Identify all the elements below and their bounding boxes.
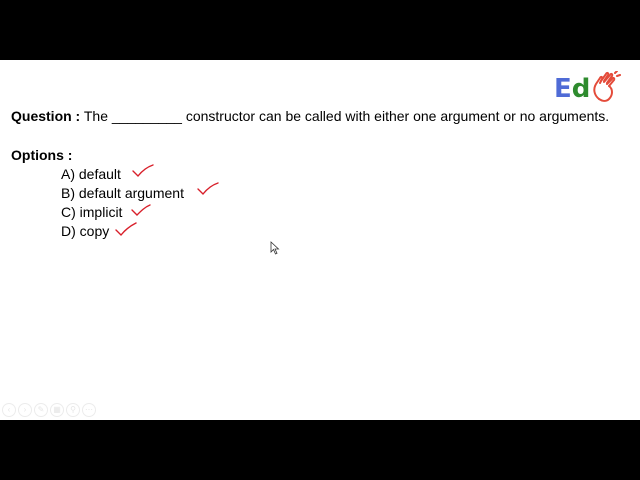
question-line: Question : The _________ constructor can… [11, 108, 636, 124]
option-c: C) implicit [61, 204, 123, 220]
more-icon[interactable]: ⋯ [82, 403, 96, 417]
options-label: Options : [11, 147, 73, 163]
clapping-hands-icon [591, 69, 622, 108]
mouse-pointer-icon [270, 241, 280, 255]
edu-logo: E d [554, 69, 622, 108]
option-d: D) copy [61, 223, 110, 239]
slide-nav-toolbar: ‹ › ✎ ▦ ⚲ ⋯ [2, 403, 96, 417]
logo-letter-d: d [571, 74, 591, 104]
option-a: A) default [61, 166, 121, 182]
question-text: The _________ constructor can be called … [80, 108, 610, 124]
slide: E d Question : The _________ constructor… [0, 60, 640, 420]
option-b: B) default argument [61, 185, 184, 201]
slides-icon[interactable]: ▦ [50, 403, 64, 417]
check-mark-icon [132, 164, 154, 178]
check-mark-icon [197, 182, 219, 196]
prev-icon[interactable]: ‹ [2, 403, 16, 417]
zoom-icon[interactable]: ⚲ [66, 403, 80, 417]
logo-letter-e: E [554, 74, 572, 104]
question-label: Question : [11, 108, 81, 124]
check-mark-icon [131, 204, 151, 216]
check-mark-icon [115, 222, 137, 237]
pen-icon[interactable]: ✎ [34, 403, 48, 417]
next-icon[interactable]: › [18, 403, 32, 417]
